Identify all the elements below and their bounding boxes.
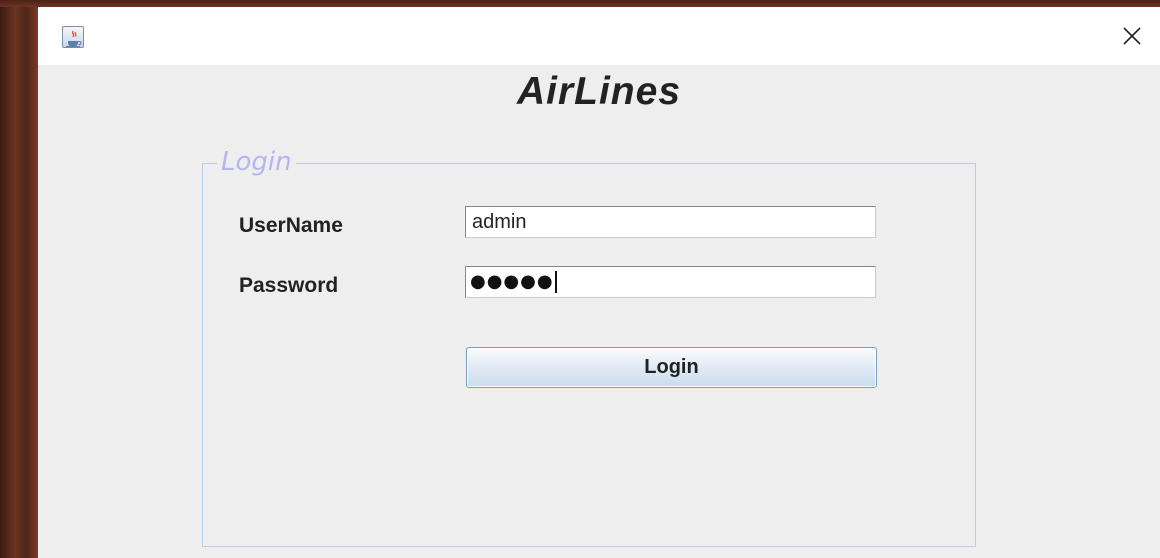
close-icon [1123,27,1141,45]
username-label: UserName [239,214,343,237]
desktop-background-top [0,0,1160,7]
java-cup-icon[interactable] [62,26,84,48]
password-input[interactable]: ●●●●● [465,266,876,298]
screen: AirLines Login UserName Password ●●●●● L… [0,0,1160,558]
login-window: AirLines Login UserName Password ●●●●● L… [38,7,1160,558]
title-bar[interactable] [38,7,1160,65]
password-label: Password [239,274,339,297]
text-caret [554,271,557,293]
close-button[interactable] [1104,7,1160,65]
login-panel-legend: Login [217,147,296,177]
password-masked-value: ●●●●● [470,271,554,292]
app-title: AirLines [516,70,682,113]
username-input[interactable] [465,206,876,238]
desktop-background [0,0,38,558]
login-button[interactable]: Login [466,347,877,388]
